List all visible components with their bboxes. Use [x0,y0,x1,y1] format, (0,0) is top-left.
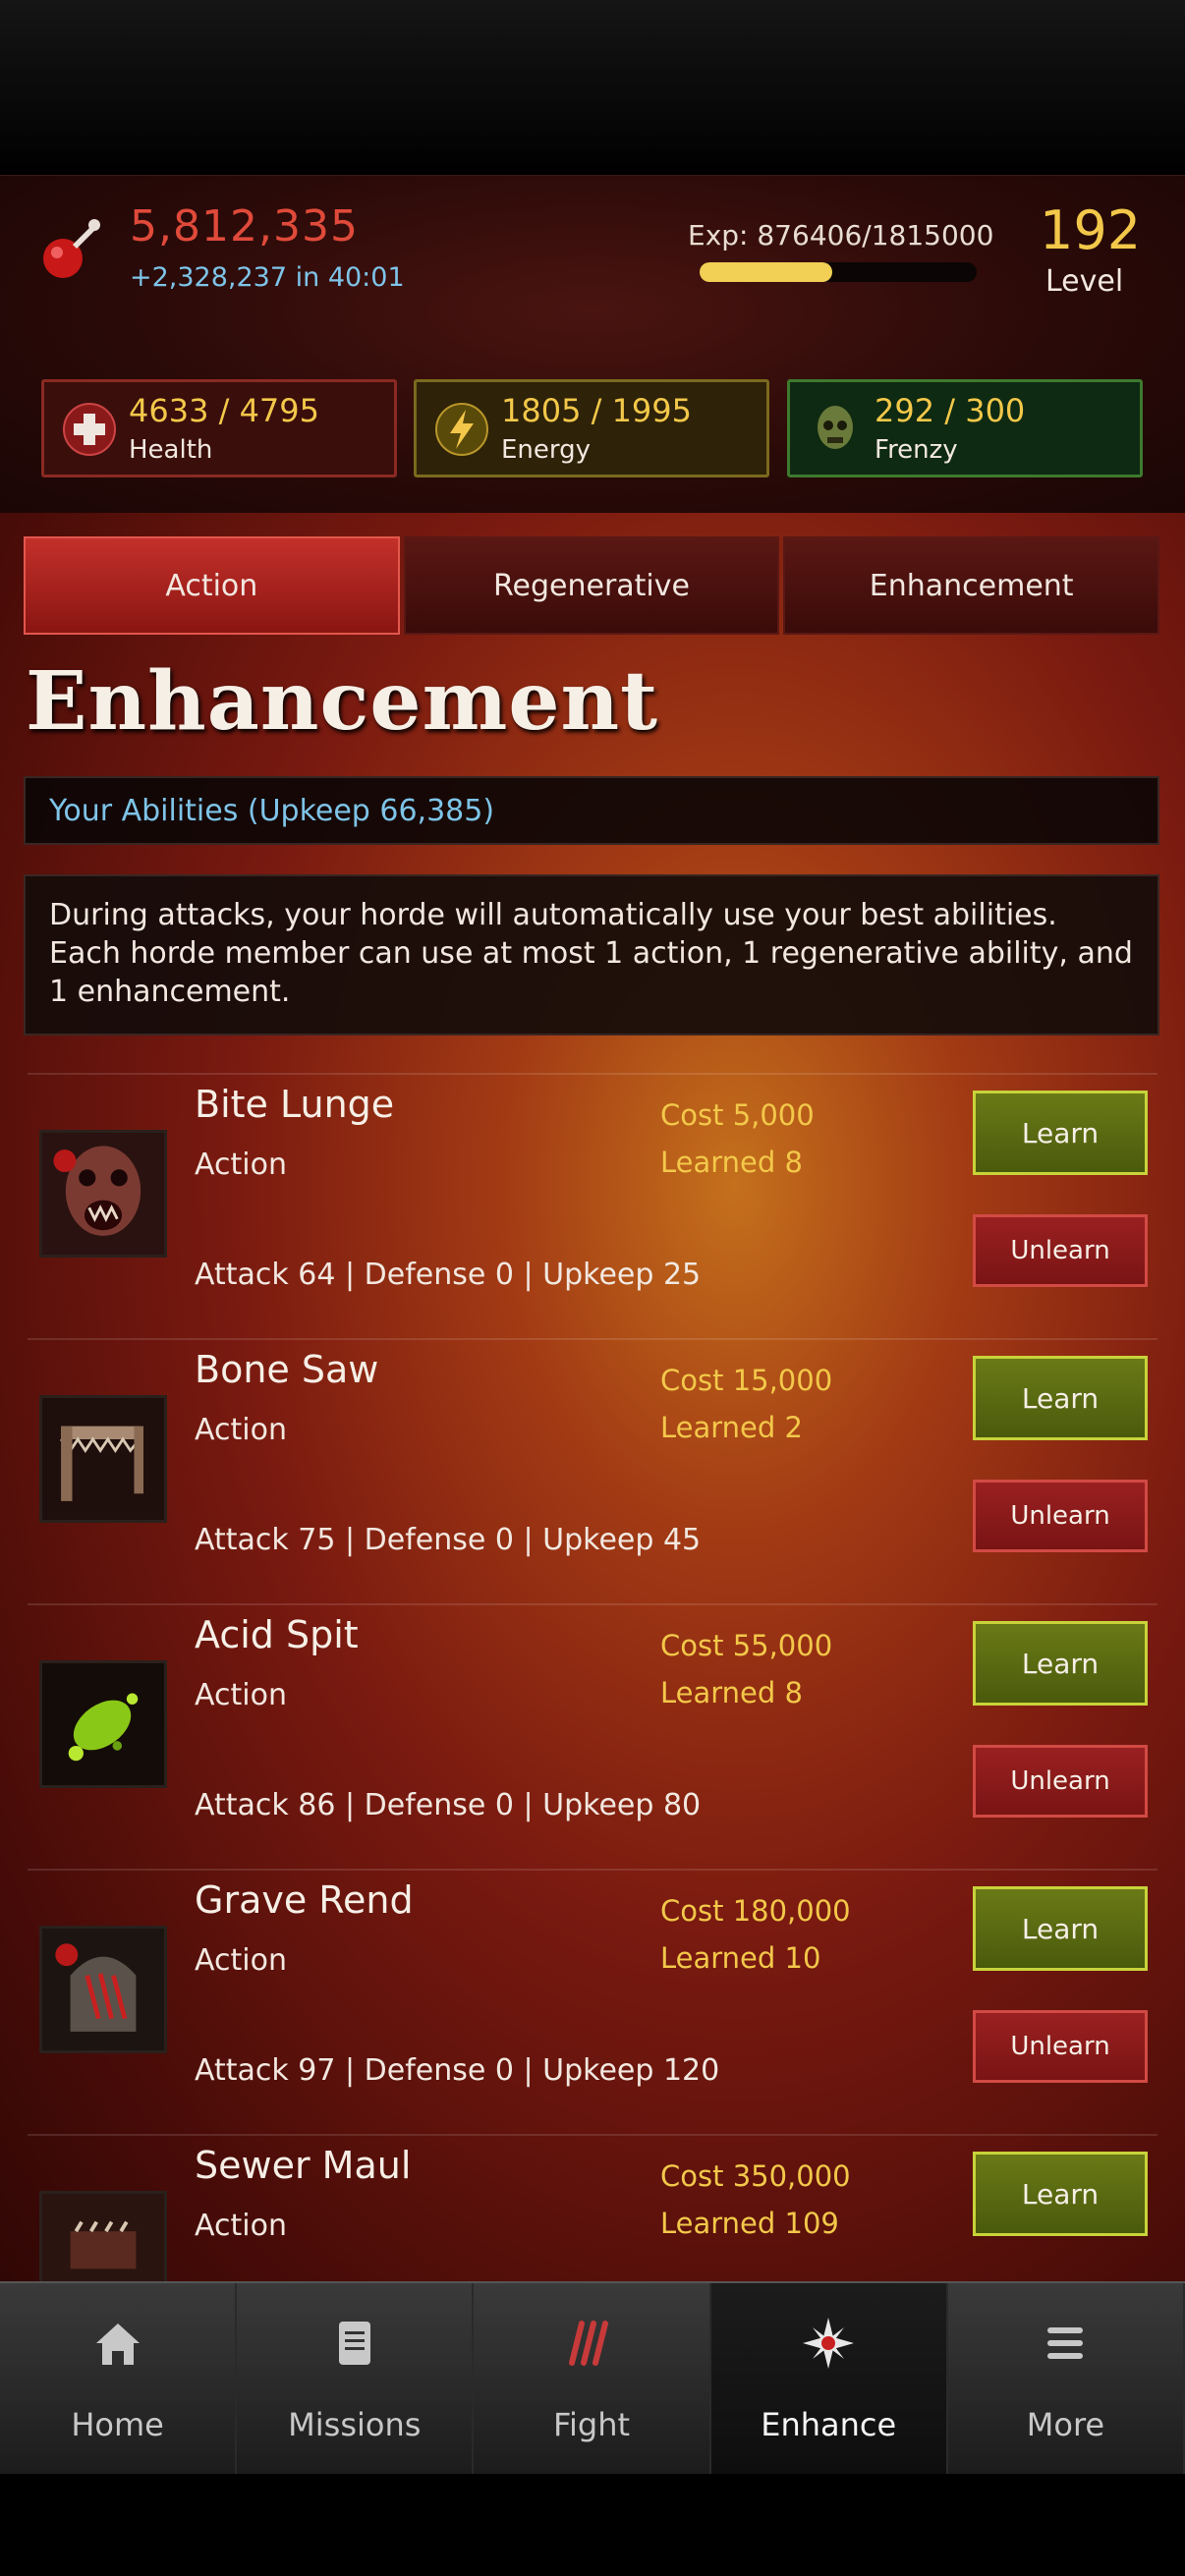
energy-value: 1805 / 1995 [501,392,692,429]
nav-enhance-label: Enhance [761,2406,897,2443]
learn-button[interactable]: Learn [973,1091,1148,1175]
zombie-bite-icon [39,1130,167,1258]
nav-more[interactable]: More [947,2283,1185,2474]
unlearn-button[interactable]: Unlearn [973,2010,1148,2083]
ability-learned: Learned 109 [660,2207,839,2240]
ability-name: Grave Rend [195,1878,414,1922]
health-label: Health [129,435,213,465]
exp-progress-bar [700,262,977,282]
level-label: Level [1045,264,1124,299]
ability-name: Sewer Maul [195,2144,412,2187]
tab-enhancement[interactable]: Enhancement [783,536,1160,635]
health-cross-icon [63,403,116,456]
player-header: 5,812,335 +2,328,237 in 40:01 Exp: 87640… [0,175,1185,513]
star-burst-icon [803,2318,855,2369]
money-regen-timer: +2,328,237 in 40:01 [130,262,405,293]
health-value: 4633 / 4795 [129,392,319,429]
nav-more-label: More [1026,2406,1105,2443]
nav-fight-label: Fight [552,2406,631,2443]
claw-marks-icon [569,2321,608,2366]
ability-row: Sewer Maul Action Cost 350,000 Learned 1… [28,2134,1157,2281]
page-title: Enhancement [26,654,659,749]
bone-saw-icon [39,1395,167,1523]
ability-row: Grave Rend Action Cost 180,000 Learned 1… [28,1869,1157,2134]
ability-cost: Cost 5,000 [660,1098,815,1132]
learn-button[interactable]: Learn [973,1621,1148,1706]
ability-learned: Learned 10 [660,1941,821,1975]
unlearn-button[interactable]: Unlearn [973,1214,1148,1287]
ability-name: Bone Saw [195,1348,379,1391]
ability-stats: Attack 97 | Defense 0 | Upkeep 120 [195,2053,720,2088]
ability-name: Bite Lunge [195,1083,395,1126]
learn-button[interactable]: Learn [973,1356,1148,1440]
ability-tabs: Action Regenerative Enhancement [24,536,1160,635]
ability-cost: Cost 55,000 [660,1629,833,1662]
abilities-upkeep-header: Your Abilities (Upkeep 66,385) [24,776,1159,845]
ability-stats: Attack 75 | Defense 0 | Upkeep 45 [195,1523,702,1557]
ability-cost: Cost 15,000 [660,1364,833,1397]
nav-home[interactable]: Home [0,2283,238,2474]
menu-icon [1047,2327,1084,2359]
ability-type: Action [195,1943,287,1978]
health-stat[interactable]: 4633 / 4795 Health [41,379,397,477]
status-bar [0,0,1185,175]
acid-spit-icon [39,1660,167,1788]
ability-name: Acid Spit [195,1613,359,1656]
tab-action[interactable]: Action [24,536,400,635]
main-content: Action Regenerative Enhancement Enhancem… [0,513,1185,2281]
ability-stats: Attack 64 | Defense 0 | Upkeep 25 [195,1258,702,1292]
nav-missions[interactable]: Missions [237,2283,475,2474]
learn-button[interactable]: Learn [973,2152,1148,2236]
ability-type: Action [195,1413,287,1447]
unlearn-button[interactable]: Unlearn [973,1745,1148,1818]
ability-stats: Attack 86 | Defense 0 | Upkeep 80 [195,1788,702,1822]
lightning-icon [435,403,488,456]
exp-progress-fill [700,262,833,282]
ability-cost: Cost 180,000 [660,1894,851,1928]
frenzy-stat[interactable]: 292 / 300 Frenzy [787,379,1143,477]
ability-type: Action [195,2209,287,2243]
exp-label: Exp: 876406/1815000 [688,219,994,252]
abilities-info-text: During attacks, your horde will automati… [24,874,1159,1036]
zombie-head-icon [818,406,853,449]
home-indicator-area [0,2474,1185,2576]
ability-cost: Cost 350,000 [660,2159,851,2193]
ability-row: Bone Saw Action Cost 15,000 Learned 2 At… [28,1338,1157,1603]
frenzy-value: 292 / 300 [875,392,1026,429]
tab-regenerative[interactable]: Regenerative [403,536,780,635]
unlearn-button[interactable]: Unlearn [973,1480,1148,1552]
learn-button[interactable]: Learn [973,1886,1148,1971]
ability-row: Acid Spit Action Cost 55,000 Learned 8 A… [28,1603,1157,1869]
nav-fight[interactable]: Fight [474,2283,711,2474]
nav-missions-label: Missions [288,2406,422,2443]
sewer-maul-icon [39,2191,167,2281]
bottom-nav: Home Missions Fight Enhance More [0,2281,1185,2474]
ability-learned: Learned 8 [660,1146,803,1179]
document-icon [338,2322,370,2365]
home-icon [95,2324,140,2365]
frenzy-label: Frenzy [875,435,958,465]
ability-learned: Learned 2 [660,1411,803,1444]
grave-rend-icon [39,1926,167,2053]
blood-drop-icon [43,219,100,278]
ability-type: Action [195,1678,287,1712]
money-amount: 5,812,335 [130,201,359,252]
level-number: 192 [1040,199,1142,261]
nav-home-label: Home [71,2406,164,2443]
ability-learned: Learned 8 [660,1676,803,1709]
nav-enhance[interactable]: Enhance [710,2283,948,2474]
energy-stat[interactable]: 1805 / 1995 Energy [414,379,769,477]
ability-row: Bite Lunge Action Cost 5,000 Learned 8 A… [28,1073,1157,1338]
energy-label: Energy [501,435,592,465]
ability-type: Action [195,1148,287,1182]
